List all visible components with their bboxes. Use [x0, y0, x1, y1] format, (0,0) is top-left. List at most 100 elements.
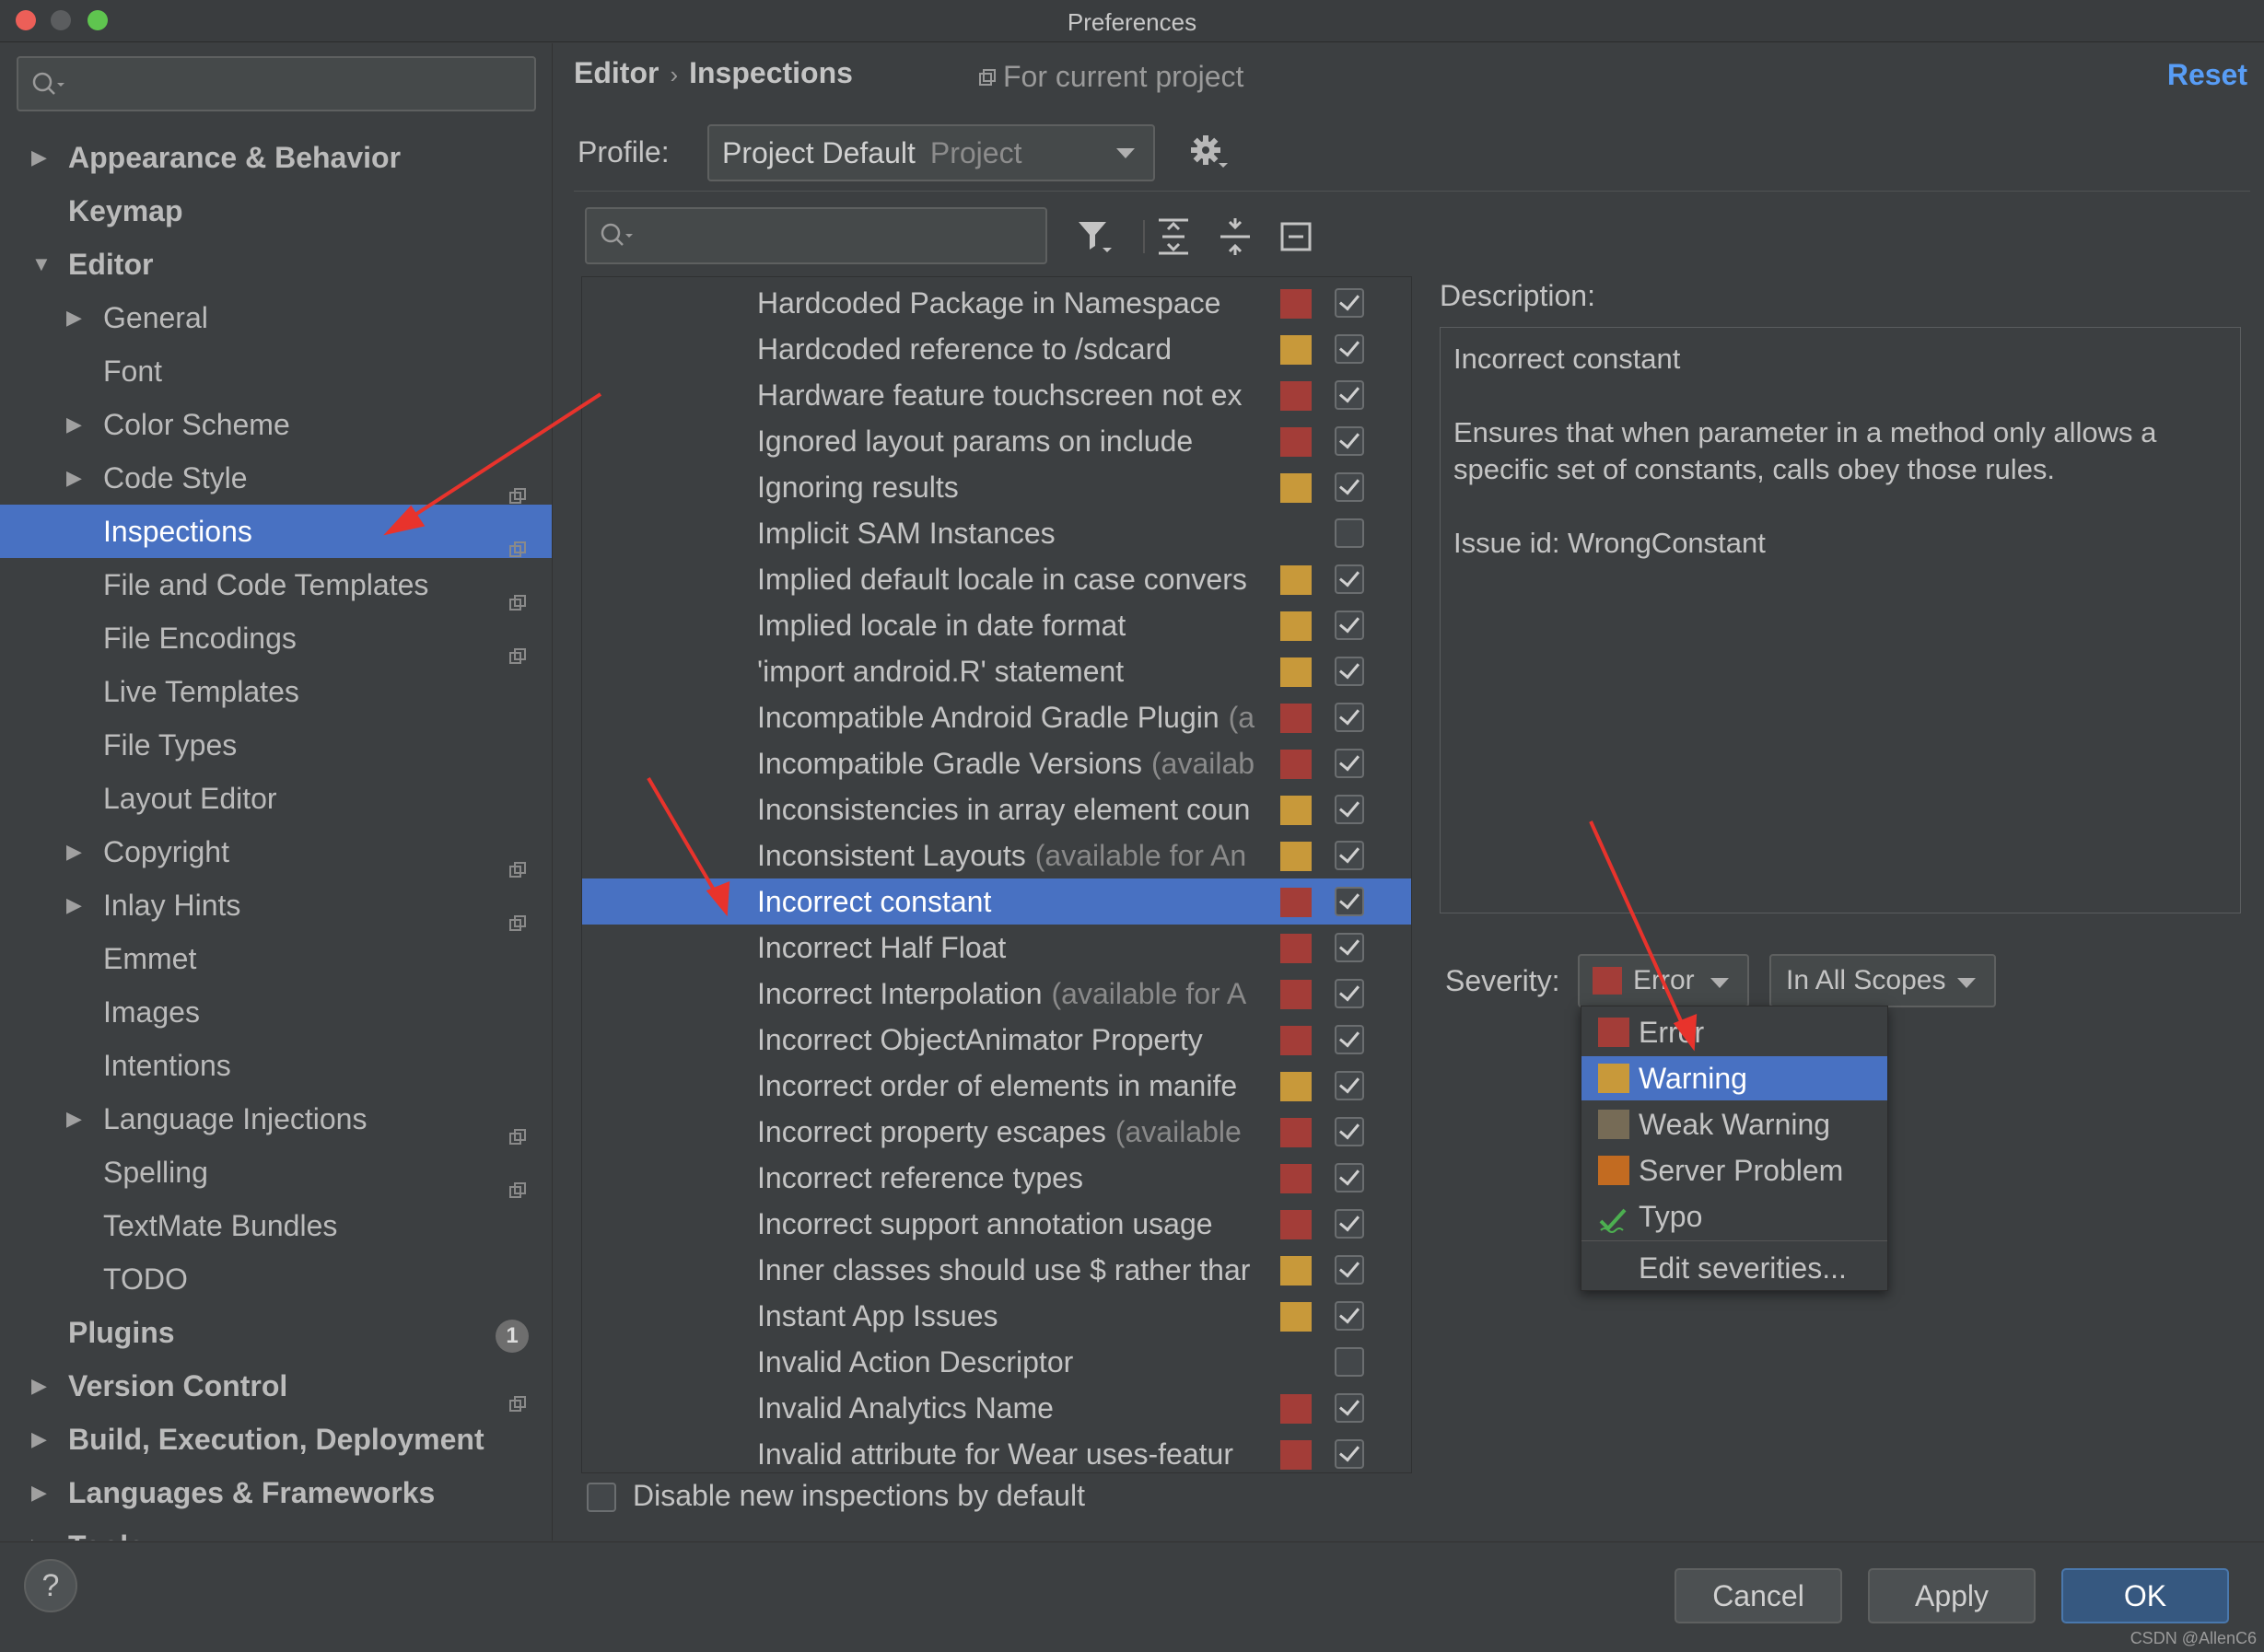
inspection-row[interactable]: Inconsistencies in array element coun: [582, 786, 1411, 832]
inspection-enabled-checkbox[interactable]: [1335, 334, 1364, 364]
sidebar-item-color-scheme[interactable]: ▶ Color Scheme: [0, 398, 552, 451]
inspection-row[interactable]: Implied default locale in case convers: [582, 556, 1411, 602]
scope-dropdown[interactable]: In All Scopes: [1769, 954, 1996, 1007]
sidebar-item-file-encodings[interactable]: File Encodings: [0, 611, 552, 665]
inspection-enabled-checkbox[interactable]: [1335, 1025, 1364, 1054]
inspection-row[interactable]: Incorrect ObjectAnimator Property: [582, 1017, 1411, 1063]
inspection-enabled-checkbox[interactable]: [1335, 1393, 1364, 1423]
inspection-row[interactable]: Incompatible Android Gradle Plugin (a: [582, 694, 1411, 740]
sidebar-item-code-style[interactable]: ▶ Code Style: [0, 451, 552, 505]
sidebar-item-live-templates[interactable]: Live Templates: [0, 665, 552, 718]
inspection-enabled-checkbox[interactable]: [1335, 426, 1364, 456]
sidebar-item-languages-frameworks[interactable]: ▶ Languages & Frameworks: [0, 1466, 552, 1519]
ok-button[interactable]: OK: [2061, 1568, 2229, 1623]
inspection-row[interactable]: Implicit SAM Instances: [582, 510, 1411, 556]
inspection-row[interactable]: Incorrect property escapes (available: [582, 1109, 1411, 1155]
inspection-row[interactable]: Hardware feature touchscreen not ex: [582, 372, 1411, 418]
sidebar-item-appearance-behavior[interactable]: ▶ Appearance & Behavior: [0, 131, 552, 184]
inspection-row[interactable]: Incorrect constant: [582, 878, 1411, 925]
sidebar-item-textmate-bundles[interactable]: TextMate Bundles: [0, 1199, 552, 1252]
sidebar-item-build-execution-deployment[interactable]: ▶ Build, Execution, Deployment: [0, 1413, 552, 1466]
chevron-right-icon[interactable]: ▶: [31, 1413, 50, 1466]
inspection-enabled-checkbox[interactable]: [1335, 472, 1364, 502]
sidebar-item-language-injections[interactable]: ▶ Language Injections: [0, 1092, 552, 1146]
cancel-button[interactable]: Cancel: [1675, 1568, 1842, 1623]
sidebar-item-copyright[interactable]: ▶ Copyright: [0, 825, 552, 878]
settings-search-input[interactable]: [17, 56, 536, 111]
inspection-row[interactable]: Incorrect order of elements in manife: [582, 1063, 1411, 1109]
chevron-right-icon[interactable]: ▶: [66, 451, 85, 505]
chevron-right-icon[interactable]: ▶: [66, 878, 85, 932]
reset-link[interactable]: Reset: [2167, 58, 2247, 92]
sidebar-item-editor[interactable]: ▼ Editor: [0, 238, 552, 291]
inspection-row[interactable]: Instant App Issues: [582, 1293, 1411, 1339]
inspection-row[interactable]: Implied locale in date format: [582, 602, 1411, 648]
breadcrumb-editor[interactable]: Editor: [574, 56, 659, 89]
inspection-enabled-checkbox[interactable]: [1335, 703, 1364, 732]
filter-icon[interactable]: [1075, 216, 1115, 262]
inspection-enabled-checkbox[interactable]: [1335, 657, 1364, 686]
inspection-enabled-checkbox[interactable]: [1335, 795, 1364, 824]
sidebar-item-todo[interactable]: TODO: [0, 1252, 552, 1306]
disable-new-inspections-checkbox[interactable]: [587, 1483, 616, 1512]
inspection-enabled-checkbox[interactable]: [1335, 1163, 1364, 1192]
sidebar-item-layout-editor[interactable]: Layout Editor: [0, 772, 552, 825]
severity-dropdown[interactable]: Error: [1578, 954, 1749, 1007]
inspection-enabled-checkbox[interactable]: [1335, 979, 1364, 1008]
collapse-all-icon[interactable]: [1217, 216, 1254, 262]
sidebar-item-file-types[interactable]: File Types: [0, 718, 552, 772]
edit-severities-menu-item[interactable]: Edit severities...: [1581, 1246, 1887, 1290]
inspection-enabled-checkbox[interactable]: [1335, 1117, 1364, 1146]
inspection-row[interactable]: Incorrect reference types: [582, 1155, 1411, 1201]
inspection-enabled-checkbox[interactable]: [1335, 611, 1364, 640]
inspection-row[interactable]: Incorrect Interpolation (available for A: [582, 971, 1411, 1017]
sidebar-item-font[interactable]: Font: [0, 344, 552, 398]
reset-to-default-icon[interactable]: [1278, 216, 1314, 262]
sidebar-item-plugins[interactable]: Plugins 1: [0, 1306, 552, 1359]
sidebar-item-tools[interactable]: ▶ Tools: [0, 1519, 552, 1541]
inspection-row[interactable]: Incompatible Gradle Versions (availab: [582, 740, 1411, 786]
inspection-enabled-checkbox[interactable]: [1335, 1301, 1364, 1331]
apply-button[interactable]: Apply: [1868, 1568, 2036, 1623]
profile-dropdown[interactable]: Project Default Project: [707, 124, 1155, 181]
chevron-right-icon[interactable]: ▶: [66, 825, 85, 878]
inspection-row[interactable]: Inconsistent Layouts (available for An: [582, 832, 1411, 878]
inspection-enabled-checkbox[interactable]: [1335, 933, 1364, 962]
sidebar-item-general[interactable]: ▶ General: [0, 291, 552, 344]
sidebar-item-file-and-code-templates[interactable]: File and Code Templates: [0, 558, 552, 611]
inspection-enabled-checkbox[interactable]: [1335, 564, 1364, 594]
inspection-enabled-checkbox[interactable]: [1335, 1439, 1364, 1469]
sidebar-item-keymap[interactable]: Keymap: [0, 184, 552, 238]
inspection-row[interactable]: Hardcoded Package in Namespace: [582, 280, 1411, 326]
sidebar-item-inspections[interactable]: Inspections: [0, 505, 552, 558]
chevron-down-icon[interactable]: ▼: [31, 238, 52, 291]
severity-option-error[interactable]: Error: [1581, 1010, 1887, 1054]
inspection-enabled-checkbox[interactable]: [1335, 1255, 1364, 1285]
inspection-row[interactable]: Invalid Analytics Name: [582, 1385, 1411, 1431]
inspection-row[interactable]: Incorrect support annotation usage: [582, 1201, 1411, 1247]
sidebar-item-images[interactable]: Images: [0, 985, 552, 1039]
inspection-enabled-checkbox[interactable]: [1335, 1071, 1364, 1100]
chevron-right-icon[interactable]: ▶: [66, 398, 85, 451]
inspection-enabled-checkbox[interactable]: [1335, 288, 1364, 318]
chevron-right-icon[interactable]: ▶: [31, 131, 50, 184]
chevron-right-icon[interactable]: ▶: [31, 1466, 50, 1519]
inspection-enabled-checkbox[interactable]: [1335, 380, 1364, 410]
sidebar-item-version-control[interactable]: ▶ Version Control: [0, 1359, 552, 1413]
chevron-right-icon[interactable]: ▶: [66, 291, 85, 344]
inspection-row[interactable]: Invalid attribute for Wear uses-featur: [582, 1431, 1411, 1472]
help-button[interactable]: ?: [24, 1559, 77, 1612]
chevron-right-icon[interactable]: ▶: [66, 1092, 85, 1146]
gear-icon[interactable]: [1189, 134, 1230, 177]
sidebar-item-emmet[interactable]: Emmet: [0, 932, 552, 985]
inspection-row[interactable]: Ignored layout params on include: [582, 418, 1411, 464]
inspection-row[interactable]: Incorrect Half Float: [582, 925, 1411, 971]
severity-option-weak-warning[interactable]: Weak Warning: [1581, 1102, 1887, 1146]
sidebar-item-spelling[interactable]: Spelling: [0, 1146, 552, 1199]
inspection-row[interactable]: Hardcoded reference to /sdcard: [582, 326, 1411, 372]
sidebar-item-intentions[interactable]: Intentions: [0, 1039, 552, 1092]
inspection-enabled-checkbox[interactable]: [1335, 887, 1364, 916]
inspection-enabled-checkbox[interactable]: [1335, 1209, 1364, 1239]
inspection-enabled-checkbox[interactable]: [1335, 749, 1364, 778]
chevron-right-icon[interactable]: ▶: [31, 1359, 50, 1413]
